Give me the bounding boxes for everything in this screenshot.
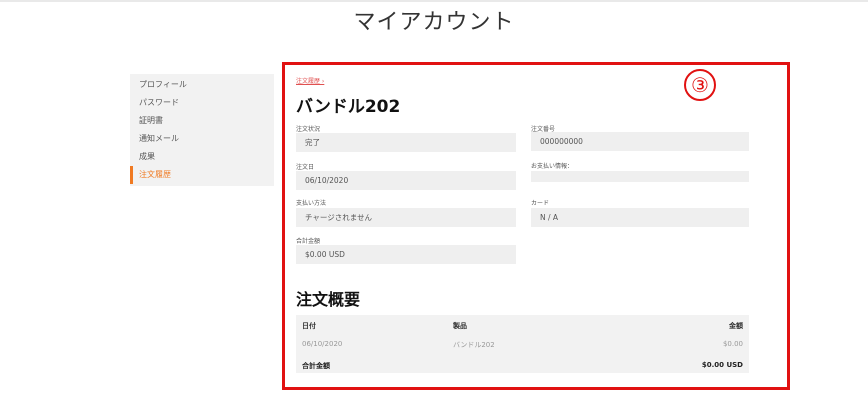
top-divider — [0, 0, 868, 2]
order-status-label: 注文状況 — [296, 126, 321, 133]
payment-method-label: 支払い方法 — [296, 200, 327, 207]
summary-total-value: $0.00 USD — [701, 361, 743, 369]
annotation-number: ③ — [684, 69, 716, 101]
payment-info-value — [531, 171, 749, 182]
account-sidebar: プロフィール パスワード 証明書 通知メール 成果 注文履歴 — [130, 74, 274, 186]
summary-total-label: 合計金額 — [302, 362, 330, 370]
total-amount-label: 合計金額 — [296, 238, 321, 245]
row-date: 06/10/2020 — [302, 340, 343, 348]
page-title: マイアカウント — [353, 10, 515, 35]
sidebar-item-order-history[interactable]: 注文履歴 — [130, 166, 274, 184]
column-header-amount: 金額 — [729, 322, 743, 330]
breadcrumb-order-history-link[interactable]: 注文履歴 › — [296, 76, 324, 85]
order-title: バンドル202 — [296, 97, 401, 117]
column-header-date: 日付 — [302, 322, 316, 330]
column-header-item: 製品 — [453, 322, 467, 330]
payment-info-label: お支払い情報： — [531, 163, 574, 170]
card-value: N / A — [531, 208, 749, 227]
sidebar-item-profile[interactable]: プロフィール — [130, 76, 274, 94]
order-date-value: 06/10/2020 — [296, 171, 516, 190]
sidebar-item-achievements[interactable]: 成果 — [130, 148, 274, 166]
order-summary-table: 日付 製品 金額 06/10/2020 バンドル202 $0.00 合計金額 $… — [296, 315, 749, 373]
total-amount-value: $0.00 USD — [296, 245, 516, 264]
sidebar-item-certificates[interactable]: 証明書 — [130, 112, 274, 130]
card-label: カード — [531, 200, 550, 207]
payment-method-value: チャージされません — [296, 208, 516, 227]
sidebar-item-notification-email[interactable]: 通知メール — [130, 130, 274, 148]
sidebar-item-password[interactable]: パスワード — [130, 94, 274, 112]
order-summary-title: 注文概要 — [296, 290, 361, 309]
order-status-value: 完了 — [296, 133, 516, 152]
order-number-value: 000000000 — [531, 132, 749, 151]
order-date-label: 注文日 — [296, 164, 315, 171]
row-item: バンドル202 — [453, 341, 495, 349]
row-amount: $0.00 — [722, 340, 743, 348]
